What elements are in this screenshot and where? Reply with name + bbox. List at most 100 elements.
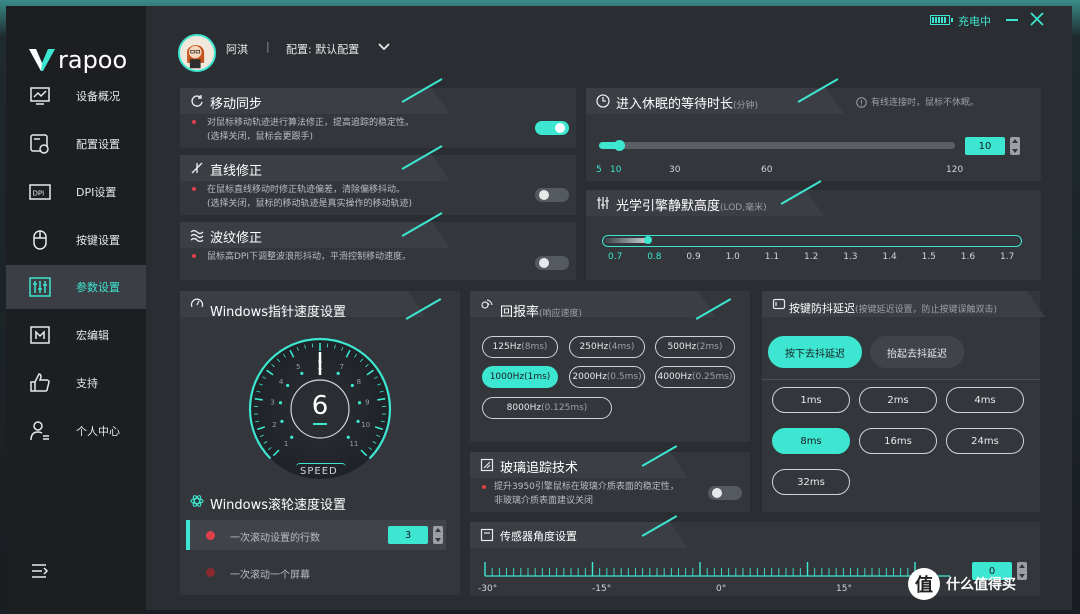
- scroll-screen-row[interactable]: 一次滚动一个屏幕: [186, 557, 446, 587]
- ripple-toggle[interactable]: [535, 256, 569, 270]
- scroll-lines-input[interactable]: 3: [388, 526, 428, 544]
- sidebar-item-parameters[interactable]: 参数设置: [6, 265, 146, 309]
- radio-unselected[interactable]: [206, 568, 215, 577]
- polling-option[interactable]: 1000Hz (1ms): [482, 366, 558, 388]
- release-debounce-tab[interactable]: 抬起去抖延迟: [870, 336, 964, 368]
- polling-option[interactable]: 4000Hz (0.25ms): [655, 366, 735, 388]
- sleep-value-input[interactable]: 10: [965, 137, 1005, 155]
- sidebar-item-dpi[interactable]: DPI DPI设置: [6, 170, 146, 214]
- config-icon: [30, 134, 49, 154]
- tick-label: 15°: [836, 584, 852, 594]
- sidebar-item-overview[interactable]: 设备概况: [6, 74, 146, 118]
- rapoo-v-icon: [29, 49, 55, 71]
- card-title: 光学引擎静默高度(LOD,毫米): [616, 195, 767, 214]
- tick-label: 0.8: [647, 252, 662, 262]
- polling-option[interactable]: 8000Hz (0.125ms): [482, 397, 612, 419]
- watermark-text: 什么值得买: [946, 577, 1016, 593]
- avatar[interactable]: [178, 34, 216, 72]
- glass-tracking-toggle[interactable]: [708, 486, 742, 500]
- dial-number: 5: [296, 363, 300, 371]
- tick-label: 0.9: [686, 252, 701, 262]
- clock-icon: [596, 94, 610, 108]
- dial-dot: [346, 435, 350, 439]
- debounce-option[interactable]: 24ms: [946, 428, 1024, 454]
- debounce-option[interactable]: 8ms: [772, 428, 850, 454]
- sidebar-item-config[interactable]: 配置设置: [6, 122, 146, 166]
- polling-rate-card: 回报率(响应速度) 125Hz (8ms) 250Hz (4ms) 500Hz (2ms)…: [470, 291, 750, 442]
- scroll-atom-icon: [190, 495, 204, 507]
- divider: [762, 379, 1040, 380]
- lod-slider-track[interactable]: [602, 235, 1022, 247]
- tick-label: 1.2: [804, 252, 819, 262]
- title-text: 回报率: [500, 305, 540, 320]
- dial-number: 4: [279, 378, 284, 386]
- card-title: 按键防抖延迟(按键延迟设置，防止按键误触双击): [789, 300, 997, 316]
- polling-latency: (2ms): [696, 342, 723, 352]
- scroll-lines-row[interactable]: 一次滚动设置的行数 3: [186, 520, 446, 550]
- tick-label: 1.4: [882, 252, 897, 262]
- angle-ruler[interactable]: [480, 558, 950, 582]
- rapoo-logo: rapoo: [28, 46, 127, 74]
- sidebar-item-macro[interactable]: 宏编辑: [6, 313, 146, 357]
- polling-rate: 250Hz: [579, 342, 609, 352]
- tick-label: -15°: [592, 584, 612, 594]
- bullet-dot: [192, 254, 196, 258]
- sleep-slider-track[interactable]: [599, 140, 955, 151]
- polling-option[interactable]: 250Hz (4ms): [569, 336, 645, 358]
- polling-option[interactable]: 2000Hz (0.5ms): [569, 366, 645, 388]
- profile-selector[interactable]: 配置: 默认配置: [286, 41, 359, 57]
- angle-snap-toggle[interactable]: [535, 188, 569, 202]
- radio-selected[interactable]: [206, 531, 215, 540]
- polling-rate: 1000Hz: [489, 372, 525, 382]
- tick-label: 1.7: [1000, 252, 1015, 262]
- sidebar-item-support[interactable]: 支持: [6, 361, 146, 405]
- watermark-logo: 值: [908, 568, 940, 600]
- sleep-slider-thumb[interactable]: [614, 140, 626, 151]
- card-title: 直线修正: [210, 164, 263, 179]
- debounce-option[interactable]: 4ms: [946, 387, 1024, 413]
- watermark: 值 什么值得买: [908, 568, 1016, 600]
- sidebar-item-label: 支持: [76, 377, 98, 390]
- scroll-screen-label: 一次滚动一个屏幕: [230, 570, 310, 581]
- press-debounce-tab[interactable]: 按下去抖延迟: [768, 336, 862, 368]
- sensor-angle-stepper[interactable]: [1017, 562, 1027, 580]
- sliders-icon: [29, 277, 51, 297]
- polling-option[interactable]: 125Hz (8ms): [482, 336, 558, 358]
- polling-latency: (0.5ms): [606, 372, 642, 382]
- sleep-stepper[interactable]: [1010, 137, 1020, 155]
- dial-number: 2: [272, 421, 276, 429]
- lod-slider-thumb[interactable]: [644, 236, 653, 244]
- tick-label: 120: [946, 165, 964, 175]
- debounce-option[interactable]: 2ms: [859, 387, 937, 413]
- scroll-lines-label: 一次滚动设置的行数: [230, 533, 320, 544]
- minimize-button[interactable]: [1006, 19, 1018, 21]
- sidebar-item-profile[interactable]: 个人中心: [6, 409, 146, 453]
- pointer-speed-value: 6: [311, 391, 329, 421]
- close-icon[interactable]: [1030, 12, 1044, 26]
- sidebar-item-label: DPI设置: [76, 186, 117, 199]
- polling-option[interactable]: 500Hz (2ms): [655, 336, 735, 358]
- card-title: 回报率(响应速度): [500, 301, 582, 320]
- debounce-option[interactable]: 32ms: [772, 469, 850, 495]
- scroll-lines-stepper[interactable]: [433, 526, 443, 544]
- dial-dot: [356, 419, 360, 423]
- tick-label: 0.7: [608, 252, 623, 262]
- debounce-option[interactable]: 1ms: [772, 387, 850, 413]
- polling-rate: 125Hz: [492, 342, 522, 352]
- dial-number: 1: [284, 440, 288, 448]
- tick-label: 30: [669, 165, 681, 175]
- tick-label: 1.6: [960, 252, 976, 262]
- card-title: Windows指针速度设置: [210, 305, 347, 320]
- sidebar-item-buttons[interactable]: 按键设置: [6, 218, 146, 262]
- logo-text: rapoo: [58, 46, 128, 74]
- tick-label: 5: [596, 165, 602, 175]
- collapse-menu-icon[interactable]: [30, 562, 50, 580]
- debounce-option[interactable]: 16ms: [859, 428, 937, 454]
- polling-rate: 4000Hz: [657, 372, 692, 382]
- dial-number: 10: [361, 421, 370, 429]
- description-note: (选择关闭，鼠标的移动轨迹是真实操作的移动轨迹): [207, 199, 413, 209]
- motion-sync-toggle[interactable]: [535, 121, 569, 135]
- description: 在鼠标直线移动时修正轨迹偏差，清除偏移抖动。: [207, 185, 406, 195]
- debounce-icon: [772, 298, 786, 310]
- chevron-down-icon[interactable]: [378, 42, 390, 52]
